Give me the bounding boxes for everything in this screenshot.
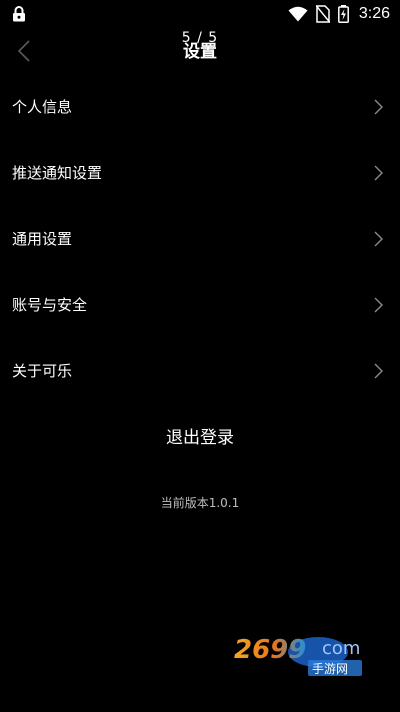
battery-charging-icon (337, 5, 349, 23)
logout-button[interactable]: 退出登录 (130, 420, 270, 456)
status-icons: 3:26 (288, 4, 390, 24)
menu-item-personal-info[interactable]: 个人信息 (0, 74, 400, 140)
version-text: 当前版本1.0.1 (160, 496, 240, 510)
page-title: 设置 (183, 42, 217, 62)
menu-item-label: 账号与安全 (12, 296, 88, 314)
menu-item-about[interactable]: 关于可乐 (0, 338, 400, 404)
menu-item-account-security[interactable]: 账号与安全 (0, 272, 400, 338)
menu-item-label: 关于可乐 (12, 362, 73, 380)
chevron-right-icon (374, 363, 383, 379)
wifi-icon (288, 6, 308, 22)
menu-item-push-notifications[interactable]: 推送通知设置 (0, 140, 400, 206)
menu-item-general-settings[interactable]: 通用设置 (0, 206, 400, 272)
settings-menu: 个人信息 推送通知设置 通用设置 账号与安全 关于可乐 (0, 74, 400, 404)
status-time: 3:26 (358, 5, 390, 22)
chevron-right-icon (374, 297, 383, 313)
chevron-right-icon (374, 99, 383, 115)
menu-item-label: 通用设置 (12, 230, 73, 248)
svg-text:手游网: 手游网 (312, 662, 348, 676)
menu-item-label: 个人信息 (12, 98, 73, 116)
svg-text:com: com (322, 638, 360, 659)
watermark-logo: 2699 com 手游网 (234, 635, 362, 676)
chevron-right-icon (374, 231, 383, 247)
no-sim-icon (315, 5, 330, 23)
status-bar: 3:26 (0, 0, 400, 28)
chevron-right-icon (374, 165, 383, 181)
header: 5 / 5 设置 (0, 28, 400, 76)
lock-icon (13, 6, 25, 22)
menu-item-label: 推送通知设置 (12, 164, 103, 182)
svg-text:2699: 2699 (234, 635, 306, 665)
